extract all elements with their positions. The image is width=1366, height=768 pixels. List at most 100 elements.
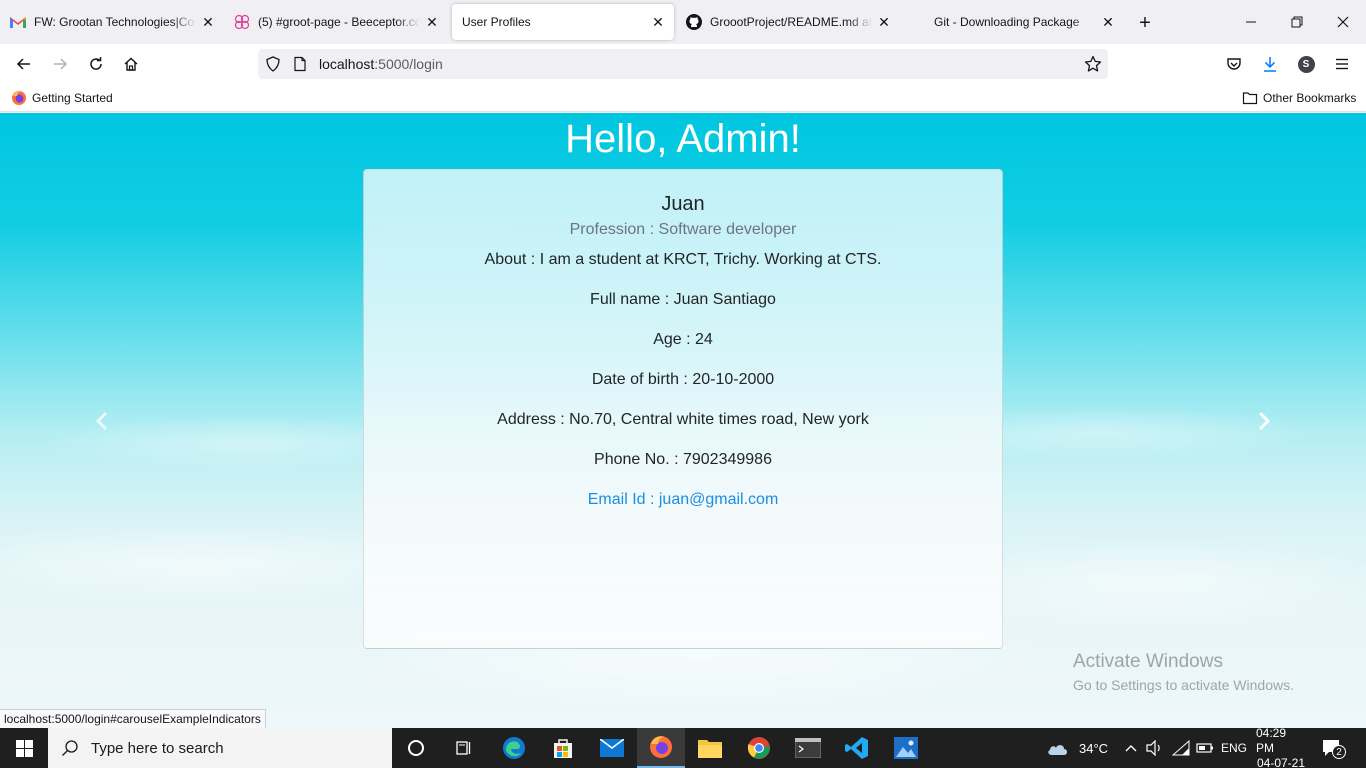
tab-beeceptor[interactable]: (5) #groot-page - Beeceptor.com ✕ — [224, 4, 448, 40]
tab-github[interactable]: GroootProject/README.md at main ✕ — [676, 4, 900, 40]
downloads-button[interactable] — [1258, 52, 1282, 76]
edge-taskbar-button[interactable] — [490, 728, 538, 768]
bookmark-label: Getting Started — [32, 91, 113, 105]
bookmark-other-folder[interactable]: Other Bookmarks — [1242, 90, 1356, 106]
search-icon — [62, 740, 78, 756]
forward-button[interactable] — [48, 52, 72, 76]
tab-title: User Profiles — [462, 15, 531, 29]
task-view-button[interactable] — [440, 728, 488, 768]
chrome-icon — [747, 737, 770, 759]
tab-gmail[interactable]: FW: Grootan Technologies|Coding ✕ — [0, 4, 224, 40]
mail-taskbar-button[interactable] — [588, 728, 636, 768]
tab-title: Git - Downloading Package — [934, 15, 1080, 29]
network-button[interactable] — [1172, 728, 1190, 768]
reload-button[interactable] — [84, 52, 108, 76]
new-tab-button[interactable]: + — [1134, 12, 1156, 34]
blank-page-icon — [910, 14, 926, 30]
notification-count: 2 — [1332, 745, 1346, 759]
folder-icon — [698, 740, 722, 758]
tab-close-icon[interactable]: ✕ — [1100, 14, 1116, 30]
pocket-icon — [1227, 58, 1241, 70]
chrome-taskbar-button[interactable] — [735, 728, 783, 768]
weather-temperature: 34°C — [1079, 740, 1109, 756]
url-host: localhost — [319, 56, 375, 72]
cortana-button[interactable] — [392, 728, 440, 768]
store-taskbar-button[interactable] — [539, 728, 587, 768]
shield-icon[interactable] — [265, 56, 281, 75]
url-path: :5000/login — [374, 56, 443, 72]
carousel-next-button[interactable] — [1252, 409, 1276, 433]
tab-close-icon[interactable]: ✕ — [200, 14, 216, 30]
volume-button[interactable] — [1146, 728, 1164, 768]
forward-arrow-icon — [54, 58, 68, 70]
home-icon — [124, 57, 138, 71]
chevron-left-icon — [95, 411, 108, 431]
cloud-icon — [1048, 745, 1067, 755]
bookmark-getting-started[interactable]: Getting Started — [11, 90, 113, 106]
mail-envelope-icon — [600, 739, 624, 757]
profile-name: Juan — [661, 193, 705, 215]
task-view-icon — [456, 741, 471, 755]
profile-about: About : I am a student at KRCT, Trichy. … — [484, 251, 882, 268]
pocket-button[interactable] — [1222, 52, 1246, 76]
hamburger-menu-icon — [1336, 58, 1348, 70]
tab-strip: FW: Grootan Technologies|Coding ✕ (5) #g… — [0, 0, 1366, 44]
restore-button[interactable] — [1274, 0, 1320, 44]
activate-windows-watermark: Activate Windows Go to Settings to activ… — [1073, 651, 1294, 693]
watermark-subtitle: Go to Settings to activate Windows. — [1073, 677, 1294, 693]
profile-address: Address : No.70, Central white times roa… — [497, 411, 869, 428]
gmail-icon — [10, 14, 26, 30]
bookmark-star-icon[interactable] — [1084, 55, 1102, 76]
page-greeting: Hello, Admin! — [565, 117, 801, 161]
start-button[interactable] — [0, 728, 48, 768]
weather-widget[interactable]: 34°C — [1046, 728, 1108, 768]
firefox-taskbar-button[interactable] — [637, 728, 685, 768]
tab-close-icon[interactable]: ✕ — [650, 14, 666, 30]
wifi-icon — [1172, 740, 1190, 756]
taskbar-search-box[interactable]: Type here to search — [48, 728, 392, 768]
watermark-title: Activate Windows — [1073, 651, 1223, 672]
action-center-button[interactable]: 2 — [1322, 728, 1346, 768]
home-button[interactable] — [119, 52, 143, 76]
clock[interactable]: 04:29 PM 04-07-21 — [1256, 726, 1306, 768]
url-text[interactable]: localhost:5000/login — [319, 56, 443, 72]
avatar: S — [1297, 55, 1315, 73]
beeceptor-icon — [234, 14, 250, 30]
windows-logo-icon — [15, 739, 33, 757]
menu-button[interactable] — [1330, 52, 1354, 76]
reload-icon — [90, 57, 102, 70]
bookmark-label: Other Bookmarks — [1263, 91, 1357, 105]
status-link-url: localhost:5000/login#carouselExampleIndi… — [0, 709, 266, 728]
vscode-taskbar-button[interactable] — [833, 728, 881, 768]
tab-user-profiles[interactable]: User Profiles ✕ — [452, 4, 674, 40]
url-bar[interactable]: localhost:5000/login — [258, 49, 1108, 79]
photos-taskbar-button[interactable] — [882, 728, 930, 768]
page-content: Hello, Admin! Juan Profession : Software… — [0, 113, 1366, 728]
cortana-circle-icon — [408, 740, 424, 756]
battery-button[interactable] — [1196, 728, 1214, 768]
tab-close-icon[interactable]: ✕ — [876, 14, 892, 30]
carousel-prev-button[interactable] — [90, 409, 114, 433]
windows-taskbar: Type here to search 34°C ENG 04:29 PM 04… — [0, 726, 1366, 768]
navigation-toolbar: localhost:5000/login S — [0, 44, 1366, 84]
folder-icon — [1242, 92, 1258, 105]
back-button[interactable] — [12, 52, 36, 76]
terminal-taskbar-button[interactable] — [784, 728, 832, 768]
file-explorer-taskbar-button[interactable] — [686, 728, 734, 768]
github-icon — [686, 14, 702, 30]
profile-dob: Date of birth : 20-10-2000 — [591, 371, 775, 388]
back-arrow-icon — [16, 58, 30, 70]
profile-profession: Profession : Software developer — [569, 221, 797, 238]
store-bag-icon — [554, 739, 572, 758]
close-window-button[interactable] — [1320, 0, 1366, 44]
minimize-button[interactable] — [1228, 0, 1274, 44]
profile-email-link[interactable]: Email Id : juan@gmail.com — [364, 491, 1002, 509]
language-indicator[interactable]: ENG — [1221, 728, 1247, 768]
tab-close-icon[interactable]: ✕ — [424, 14, 440, 30]
page-info-icon[interactable] — [292, 56, 308, 75]
search-placeholder: Type here to search — [91, 739, 224, 757]
download-icon — [1264, 57, 1276, 72]
tab-git-download[interactable]: Git - Downloading Package ✕ — [900, 4, 1124, 40]
account-button[interactable]: S — [1294, 52, 1318, 76]
tray-chevron-button[interactable] — [1124, 728, 1138, 768]
